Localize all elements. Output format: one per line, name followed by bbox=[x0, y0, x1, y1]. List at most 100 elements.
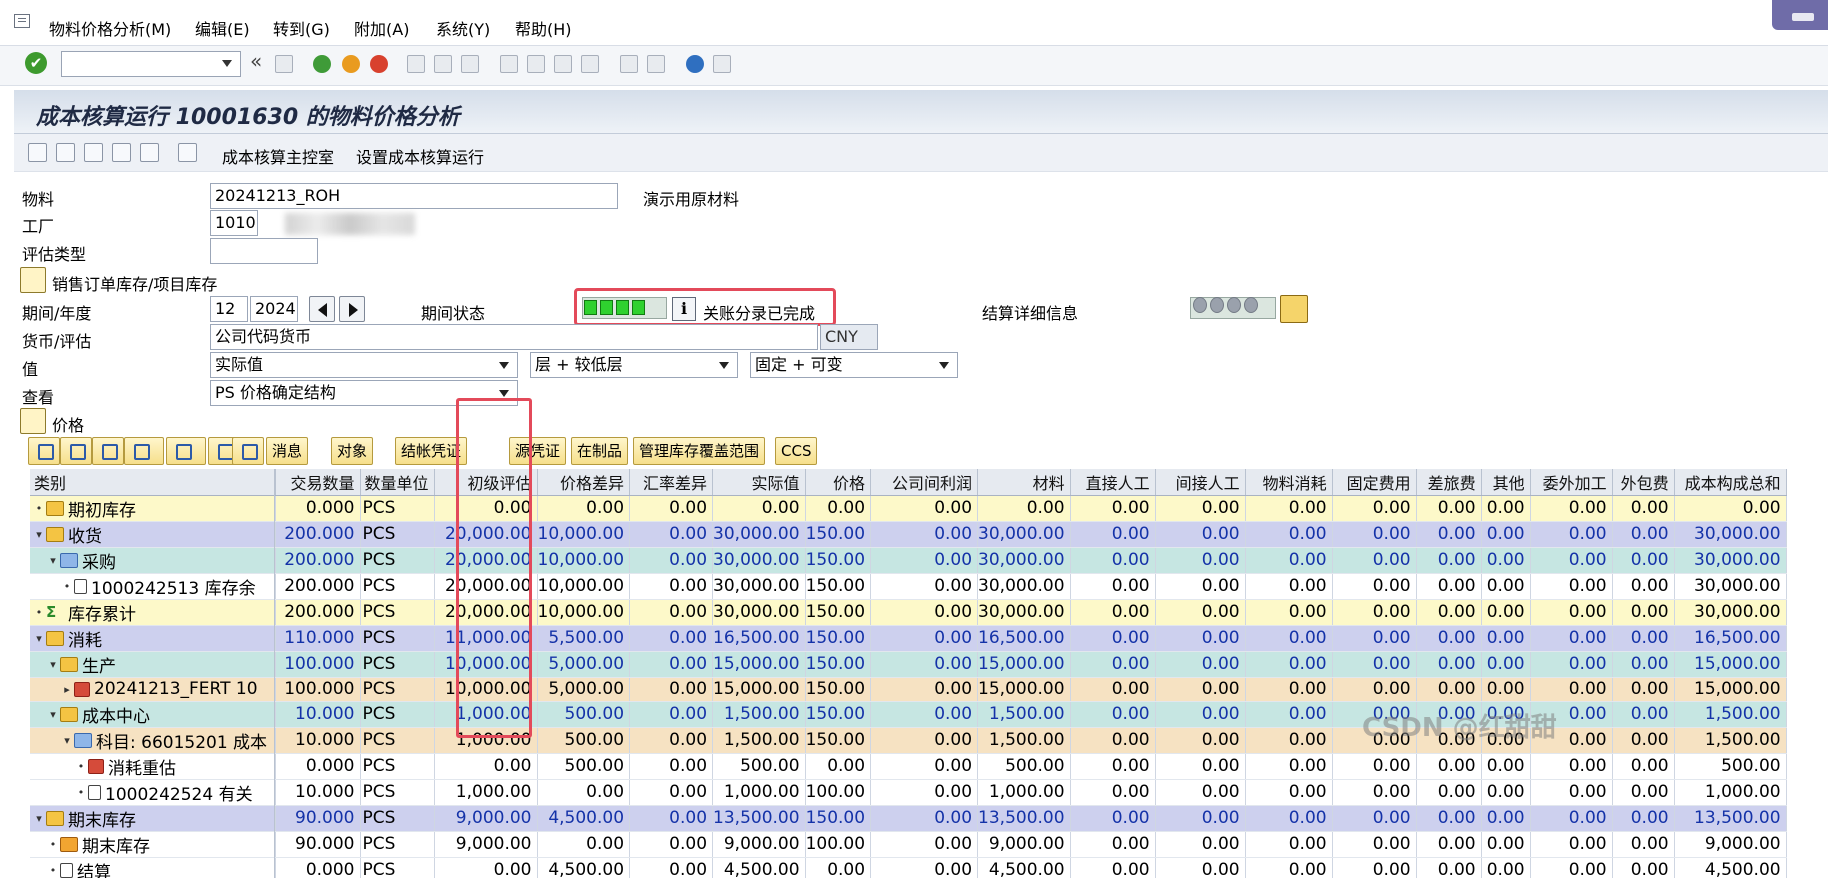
value-cell[interactable]: 0.00 bbox=[1530, 753, 1613, 780]
value-cell[interactable]: 0.00 bbox=[1070, 805, 1156, 832]
value-cell[interactable]: 90.000 bbox=[275, 805, 361, 832]
table-row[interactable]: ▸ 20241213_FERT 10 100.000 PCS 10,000.00 5,00… bbox=[30, 677, 1787, 702]
print-icon[interactable] bbox=[407, 55, 425, 73]
value-cell[interactable]: 10,000.00 bbox=[537, 547, 631, 574]
price-section-toggle-icon[interactable] bbox=[20, 408, 46, 434]
column-header[interactable]: 价格 bbox=[805, 469, 872, 496]
period-field[interactable]: 12 bbox=[210, 296, 248, 322]
value-cell[interactable]: 0.00 bbox=[870, 753, 979, 780]
column-header[interactable]: 交易数量 bbox=[275, 469, 361, 496]
value-cell[interactable]: 0.00 bbox=[870, 701, 979, 728]
unit-cell[interactable]: PCS bbox=[360, 521, 435, 548]
value-cell[interactable]: 0.00 bbox=[1155, 805, 1246, 832]
new-session-icon[interactable] bbox=[620, 55, 638, 73]
value-cell[interactable]: 0.00 bbox=[1612, 779, 1675, 806]
value-cell[interactable]: 0.00 bbox=[1070, 677, 1156, 702]
value-cell[interactable]: 0.00 bbox=[1155, 547, 1246, 574]
category-cell[interactable]: ▾ 成本中心 bbox=[30, 701, 276, 728]
value-cell[interactable]: 0.00 bbox=[629, 831, 714, 858]
value-cell[interactable]: 0.00 bbox=[629, 547, 714, 574]
value-cell[interactable]: 0.00 bbox=[629, 573, 714, 600]
column-header[interactable]: 成本构成总和 bbox=[1674, 469, 1787, 496]
value-cell[interactable]: 0.00 bbox=[1070, 753, 1156, 780]
value-cell[interactable]: 4,500.00 bbox=[537, 805, 631, 832]
value-cell[interactable]: 0.00 bbox=[1612, 599, 1675, 626]
table-row[interactable]: ▾ 采购 200.000 PCS 20,000.00 10,000.00 0.00 30,00… bbox=[30, 547, 1787, 574]
column-header[interactable]: 物料消耗 bbox=[1245, 469, 1333, 496]
value-cell[interactable]: 0.00 bbox=[870, 831, 979, 858]
value-cell[interactable]: 0.00 bbox=[1245, 651, 1333, 678]
value-cell[interactable]: 0.00 bbox=[1530, 651, 1613, 678]
value-cell[interactable]: 10,000.00 bbox=[537, 599, 631, 626]
value-cell[interactable]: 0.00 bbox=[1530, 599, 1613, 626]
category-cell[interactable]: • 1000242513 库存余 bbox=[30, 573, 276, 600]
table-row[interactable]: • 1000242524 有关 10.000 PCS 1,000.00 0.00 0.00 1… bbox=[30, 779, 1787, 806]
print-menu-icon[interactable] bbox=[124, 437, 164, 465]
value-cell[interactable]: 0.00 bbox=[1245, 547, 1333, 574]
tree-toggle-icon[interactable]: ▾ bbox=[46, 708, 60, 721]
value-cell[interactable]: 30,000.00 bbox=[1674, 573, 1787, 600]
value-cell[interactable]: 0.00 bbox=[1155, 677, 1246, 702]
shortcut-icon[interactable] bbox=[647, 55, 665, 73]
value-cell[interactable]: 0.00 bbox=[1332, 677, 1417, 702]
value-cell[interactable]: 30,000.00 bbox=[712, 599, 806, 626]
value-cell[interactable]: 10,000.00 bbox=[537, 573, 631, 600]
value-cell[interactable]: 0.00 bbox=[1612, 677, 1675, 702]
value-cell[interactable]: 0.00 bbox=[1332, 521, 1417, 548]
first-page-icon[interactable] bbox=[500, 55, 518, 73]
value-cell[interactable]: 0.00 bbox=[1070, 857, 1156, 878]
value-cell[interactable]: 0.00 bbox=[1612, 805, 1675, 832]
previous-period-button[interactable] bbox=[309, 296, 335, 322]
value-cell[interactable]: 0.00 bbox=[537, 831, 631, 858]
value-cell[interactable]: 0.00 bbox=[870, 805, 979, 832]
command-dropdown-icon[interactable] bbox=[222, 60, 232, 67]
value-cell[interactable]: 0.00 bbox=[1332, 651, 1417, 678]
value-cell[interactable]: 0.00 bbox=[1530, 495, 1613, 522]
find-icon[interactable] bbox=[92, 437, 124, 465]
value-cell[interactable]: 0.00 bbox=[805, 753, 872, 780]
last-page-icon[interactable] bbox=[581, 55, 599, 73]
value-cell[interactable]: 0.00 bbox=[1416, 677, 1482, 702]
menu-edit[interactable]: 编辑(E) bbox=[195, 16, 250, 40]
category-cell[interactable]: ▾ 生产 bbox=[30, 651, 276, 678]
window-control-tab[interactable] bbox=[1772, 0, 1828, 30]
cancel-icon[interactable] bbox=[370, 55, 388, 73]
column-header[interactable]: 外包费 bbox=[1612, 469, 1675, 496]
value-cell[interactable]: 0.00 bbox=[870, 573, 979, 600]
value-cell[interactable]: 0.00 bbox=[1332, 547, 1417, 574]
find-next-icon[interactable] bbox=[461, 55, 479, 73]
table-row[interactable]: • 期末库存 90.000 PCS 9,000.00 0.00 0.00 9,000.00 10… bbox=[30, 831, 1787, 858]
value-cell[interactable]: 0.00 bbox=[1674, 495, 1787, 522]
table-row[interactable]: ▾ 期末库存 90.000 PCS 9,000.00 4,500.00 0.00 13,500… bbox=[30, 805, 1787, 832]
value-cell[interactable]: 10.000 bbox=[275, 727, 361, 754]
value-cell[interactable]: 150.00 bbox=[805, 805, 872, 832]
value-cell[interactable]: 13,500.00 bbox=[1674, 805, 1787, 832]
value-cell[interactable]: 9,000.00 bbox=[434, 831, 538, 858]
value-cell[interactable]: 0.00 bbox=[1612, 625, 1675, 652]
table-row[interactable]: • 1000242513 库存余 200.000 PCS 20,000.00 10,000… bbox=[30, 573, 1787, 600]
value-cell[interactable]: 0.00 bbox=[870, 651, 979, 678]
value-cell[interactable]: 0.00 bbox=[1245, 573, 1333, 600]
messages-button[interactable]: 消息 bbox=[266, 437, 309, 465]
value-cell[interactable]: 0.00 bbox=[977, 495, 1071, 522]
column-header[interactable]: 汇率差异 bbox=[629, 469, 714, 496]
value-cell[interactable]: 0.00 bbox=[1070, 625, 1156, 652]
display-icon[interactable] bbox=[112, 143, 131, 162]
value-cell[interactable]: 0.00 bbox=[1332, 831, 1417, 858]
value-cell[interactable]: 0.00 bbox=[537, 779, 631, 806]
value-cell[interactable]: 0.00 bbox=[1155, 857, 1246, 878]
previous-page-icon[interactable] bbox=[527, 55, 545, 73]
value-cell[interactable]: 0.00 bbox=[1612, 753, 1675, 780]
unit-cell[interactable]: PCS bbox=[360, 727, 435, 754]
value-cell[interactable]: 500.00 bbox=[977, 753, 1071, 780]
details-icon[interactable] bbox=[56, 143, 75, 162]
value-cell[interactable]: 500.00 bbox=[537, 753, 631, 780]
value-cell[interactable]: 0.00 bbox=[870, 677, 979, 702]
value-cell[interactable]: 0.00 bbox=[1612, 495, 1675, 522]
value-cell[interactable]: 100.000 bbox=[275, 651, 361, 678]
fixed-variable-select[interactable]: 固定 + 可变 bbox=[750, 352, 958, 378]
value-cell[interactable]: 0.00 bbox=[1155, 573, 1246, 600]
value-cell[interactable]: 0.00 bbox=[1155, 651, 1246, 678]
value-cell[interactable]: 0.00 bbox=[870, 857, 979, 878]
value-cell[interactable]: 4,500.00 bbox=[977, 857, 1071, 878]
